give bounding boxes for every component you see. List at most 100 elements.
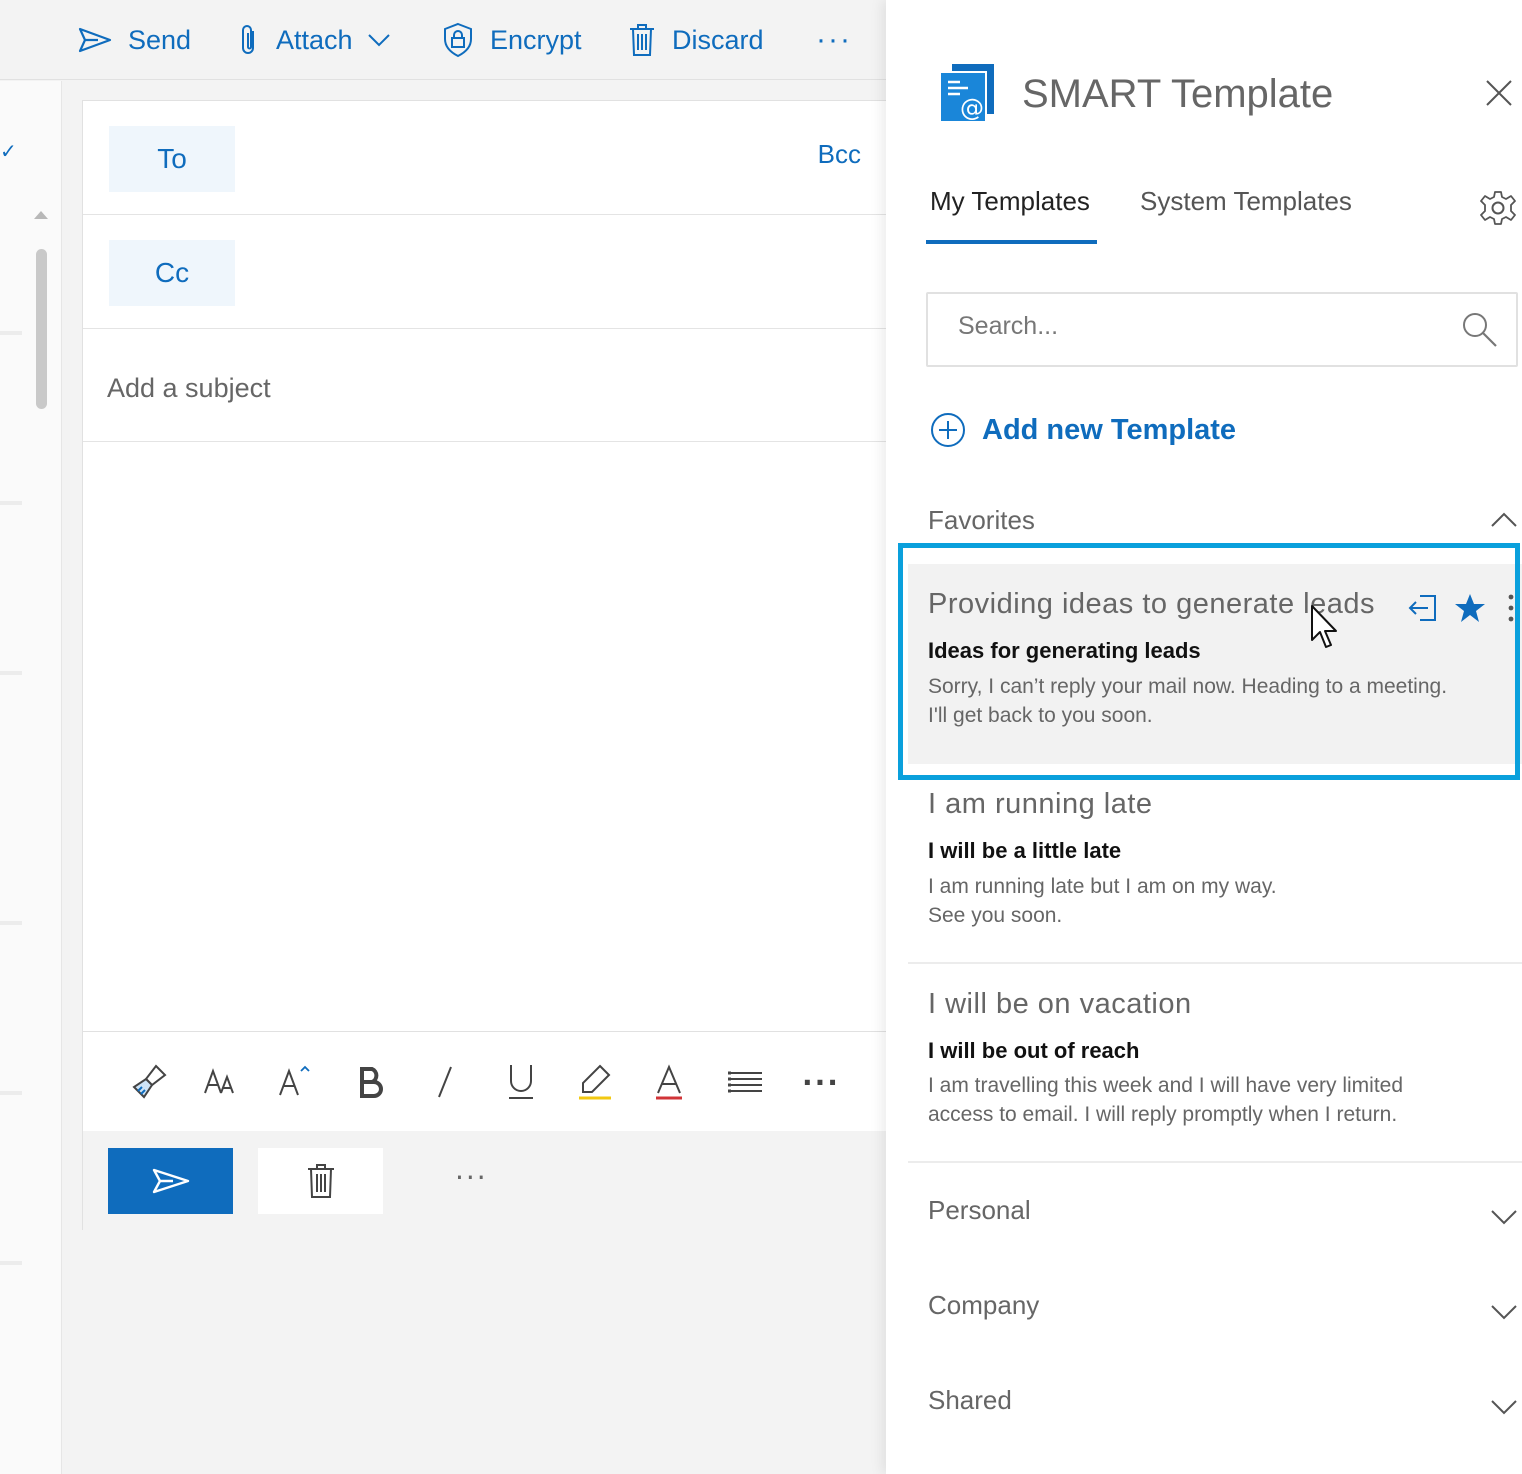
italic-icon[interactable] xyxy=(423,1060,467,1104)
discard-button[interactable] xyxy=(258,1148,383,1214)
paperclip-icon xyxy=(242,25,254,54)
format-painter-icon[interactable] xyxy=(127,1060,171,1104)
tab-my-templates[interactable]: My Templates xyxy=(930,186,1090,217)
bold-icon[interactable] xyxy=(349,1060,393,1104)
active-tab-indicator xyxy=(926,240,1097,244)
smart-template-panel: @ SMART Template My Templates System Tem… xyxy=(886,0,1522,1474)
panel-title: SMART Template xyxy=(1022,72,1334,116)
to-row: To Bcc xyxy=(83,101,887,215)
trash-icon xyxy=(307,1164,334,1198)
template-name: I am running late xyxy=(928,788,1153,820)
compose-actions: ··· xyxy=(83,1131,887,1231)
message-body[interactable] xyxy=(83,443,887,1031)
chevron-down-icon xyxy=(1491,1305,1517,1320)
template-body-line: I am running late but I am on my way. xyxy=(928,875,1277,898)
section-shared-label: Shared xyxy=(928,1384,1012,1415)
font-size-icon[interactable] xyxy=(199,1060,243,1104)
list-divider xyxy=(0,671,22,675)
template-actions xyxy=(1408,592,1514,624)
format-more-button[interactable]: ··· xyxy=(799,1060,843,1104)
template-subject: Ideas for generating leads xyxy=(928,638,1201,663)
bcc-button[interactable]: Bcc xyxy=(818,139,861,170)
subject-row xyxy=(83,329,887,442)
highlight-icon[interactable] xyxy=(573,1060,617,1104)
template-name: Providing ideas to generate leads xyxy=(928,588,1375,620)
svg-text:@: @ xyxy=(960,94,984,122)
template-body-line: See you soon. xyxy=(928,904,1063,927)
smart-template-logo-icon: @ xyxy=(938,62,996,128)
list-divider xyxy=(0,501,22,505)
insert-template-icon[interactable] xyxy=(1408,593,1438,623)
search-icon[interactable] xyxy=(1460,310,1500,354)
compose-lower-area xyxy=(82,1230,886,1474)
template-subject: I will be a little late xyxy=(928,838,1122,863)
scrollbar-thumb[interactable] xyxy=(36,249,47,409)
section-favorites-label: Favorites xyxy=(928,504,1035,535)
add-new-template-button[interactable]: Add new Template xyxy=(930,412,1236,448)
attach-label: Attach xyxy=(276,24,353,55)
send-toolbar-button[interactable]: Send xyxy=(78,18,191,62)
template-card[interactable]: Providing ideas to generate leads Ideas … xyxy=(908,564,1522,764)
template-body-line: I am travelling this week and I will hav… xyxy=(928,1074,1404,1097)
template-body-line: I'll get back to you soon. xyxy=(928,704,1153,727)
message-list-rail: ✓ xyxy=(0,81,62,1474)
list-divider xyxy=(0,1261,22,1265)
section-personal-label: Personal xyxy=(928,1194,1031,1225)
attach-toolbar-button[interactable]: Attach xyxy=(238,18,391,62)
list-divider xyxy=(0,1091,22,1095)
template-body-line: access to email. I will reply promptly w… xyxy=(928,1103,1398,1126)
list-divider xyxy=(0,921,22,925)
template-body-line: Sorry, I can’t reply your mail now. Head… xyxy=(928,675,1448,698)
section-company[interactable]: Company xyxy=(928,1285,1518,1325)
subject-input[interactable] xyxy=(107,373,807,404)
compose-pane: To Bcc Cc Add a subject ··· ··· xyxy=(82,100,887,1231)
chevron-up-icon xyxy=(1491,512,1517,527)
discard-toolbar-button[interactable]: Discard xyxy=(628,18,764,62)
close-icon[interactable] xyxy=(1484,78,1514,108)
add-new-template-label: Add new Template xyxy=(982,413,1237,446)
list-divider xyxy=(0,331,22,335)
chevron-down-icon xyxy=(1491,1400,1517,1415)
gear-icon[interactable] xyxy=(1480,190,1516,230)
template-divider xyxy=(908,1161,1522,1163)
toolbar-more-button[interactable]: ··· xyxy=(816,18,852,62)
template-subject: I will be out of reach xyxy=(928,1038,1140,1063)
encrypt-label: Encrypt xyxy=(490,24,582,55)
section-favorites[interactable]: Favorites xyxy=(928,500,1518,540)
tab-system-templates[interactable]: System Templates xyxy=(1140,186,1352,217)
compose-toolbar: Send Attach Encrypt Discard ··· xyxy=(0,0,886,80)
section-shared[interactable]: Shared xyxy=(928,1380,1518,1420)
formatting-toolbar: ··· xyxy=(83,1031,887,1131)
plus-circle-icon xyxy=(931,413,965,447)
discard-label: Discard xyxy=(672,24,764,55)
text-effects-icon[interactable] xyxy=(273,1060,317,1104)
font-color-icon[interactable] xyxy=(647,1060,691,1104)
to-button[interactable]: To xyxy=(109,126,235,192)
shield-lock-icon xyxy=(444,22,472,58)
trash-icon xyxy=(630,24,654,56)
more-actions-button[interactable]: ··· xyxy=(455,1161,488,1194)
send-icon xyxy=(78,27,112,53)
send-button[interactable] xyxy=(108,1148,233,1214)
template-card[interactable]: I will be on vacation I will be out of r… xyxy=(908,964,1522,1164)
cc-button[interactable]: Cc xyxy=(109,240,235,306)
send-icon xyxy=(152,1168,189,1194)
bullets-icon[interactable] xyxy=(723,1060,767,1104)
encrypt-toolbar-button[interactable]: Encrypt xyxy=(442,18,582,62)
underline-icon[interactable] xyxy=(499,1060,543,1104)
checkmark-icon: ✓ xyxy=(0,139,17,163)
scroll-up-arrow[interactable] xyxy=(34,211,48,219)
template-card[interactable]: I am running late I will be a little lat… xyxy=(908,764,1522,964)
more-vertical-icon[interactable] xyxy=(1508,594,1514,622)
cc-row: Cc xyxy=(83,215,887,329)
chevron-down-icon xyxy=(1491,1210,1517,1225)
section-company-label: Company xyxy=(928,1289,1040,1320)
star-icon[interactable] xyxy=(1454,592,1486,624)
chevron-down-icon xyxy=(367,34,390,47)
send-label: Send xyxy=(128,24,192,55)
search-field xyxy=(926,292,1518,367)
section-personal[interactable]: Personal xyxy=(928,1190,1518,1230)
template-name: I will be on vacation xyxy=(928,988,1192,1020)
search-input[interactable] xyxy=(958,312,1438,341)
mouse-cursor-icon xyxy=(1310,604,1340,654)
